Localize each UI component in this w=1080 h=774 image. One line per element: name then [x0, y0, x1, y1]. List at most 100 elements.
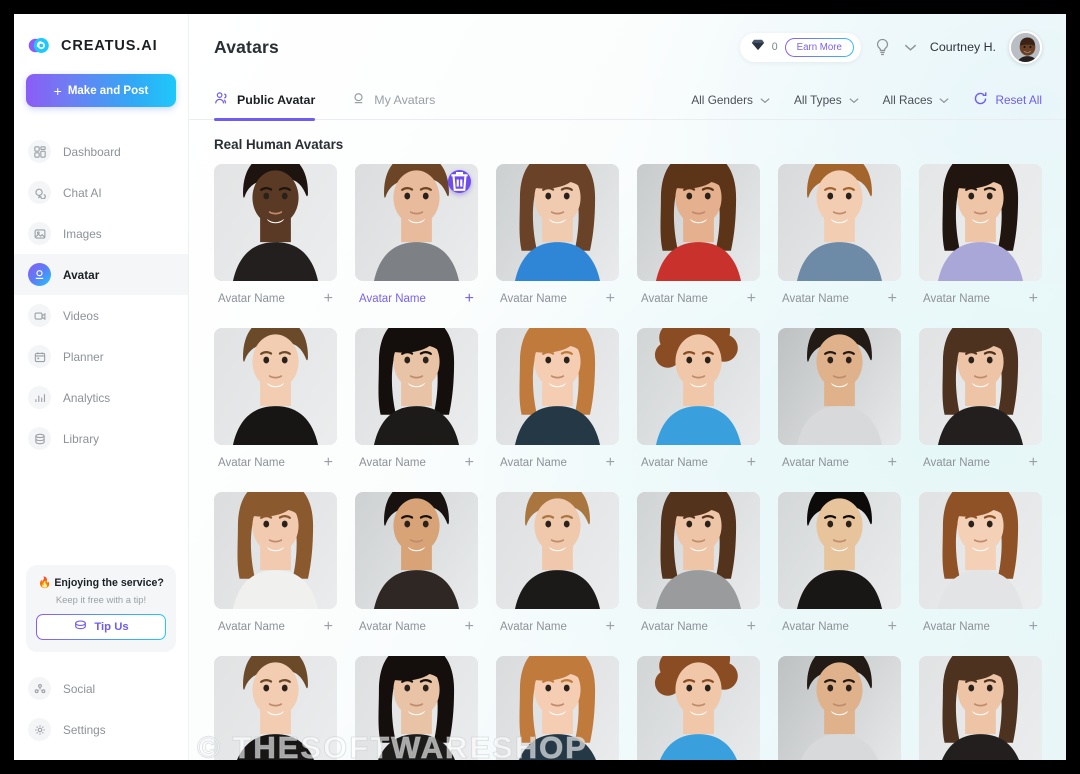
filter-all-genders[interactable]: All Genders: [691, 93, 770, 107]
plus-icon[interactable]: +: [606, 291, 615, 307]
chevron-down-icon[interactable]: [904, 43, 917, 52]
plus-icon[interactable]: +: [465, 291, 474, 307]
avatar-thumbnail[interactable]: [496, 164, 619, 281]
avatar-card[interactable]: Avatar Name +: [355, 164, 478, 307]
lightbulb-icon[interactable]: [874, 38, 891, 57]
avatar-thumbnail[interactable]: [355, 328, 478, 445]
avatar-thumbnail[interactable]: [355, 656, 478, 760]
avatar-card[interactable]: Avatar Name +: [355, 656, 478, 760]
filter-all-races[interactable]: All Races: [883, 93, 950, 107]
avatar-card[interactable]: Avatar Name +: [496, 492, 619, 635]
reset-all-button[interactable]: Reset All: [973, 91, 1042, 109]
plus-icon[interactable]: +: [1029, 455, 1038, 471]
avatar[interactable]: [1009, 30, 1042, 64]
avatar-card-footer: Avatar Name +: [919, 455, 1042, 471]
plus-icon[interactable]: +: [888, 291, 897, 307]
gallery-scroll-area[interactable]: Real Human Avatars Avatar Name + Avatar …: [189, 120, 1066, 760]
avatar-card[interactable]: Avatar Name +: [778, 328, 901, 471]
plus-icon[interactable]: +: [465, 455, 474, 471]
sidebar-item-videos[interactable]: Videos: [14, 295, 188, 336]
sidebar-item-label: Videos: [63, 308, 99, 323]
avatar-thumbnail[interactable]: [496, 492, 619, 609]
avatar-card[interactable]: Avatar Name +: [496, 164, 619, 307]
trash-icon[interactable]: [448, 170, 471, 193]
avatar-card[interactable]: Avatar Name +: [637, 328, 760, 471]
avatar-thumbnail[interactable]: [496, 656, 619, 760]
avatar-card[interactable]: Avatar Name +: [355, 328, 478, 471]
plus-icon[interactable]: +: [1029, 291, 1038, 307]
avatar-thumbnail[interactable]: [778, 164, 901, 281]
earn-more-button[interactable]: Earn More: [785, 38, 854, 57]
plus-icon[interactable]: +: [606, 455, 615, 471]
sidebar-item-library[interactable]: Library: [14, 418, 188, 459]
tab-my-avatars[interactable]: My Avatars: [351, 80, 435, 120]
avatar-thumbnail[interactable]: [919, 328, 1042, 445]
avatar-card-footer: Avatar Name +: [496, 619, 619, 635]
sidebar-item-social[interactable]: Social: [14, 668, 188, 709]
avatar-thumbnail[interactable]: [778, 328, 901, 445]
avatar-thumbnail[interactable]: [214, 656, 337, 760]
plus-icon[interactable]: +: [747, 291, 756, 307]
avatar-thumbnail[interactable]: [778, 492, 901, 609]
tab-public-avatar[interactable]: Public Avatar: [214, 80, 316, 121]
plus-icon[interactable]: +: [888, 455, 897, 471]
avatar-card[interactable]: Avatar Name +: [496, 656, 619, 760]
header-actions: 0 Earn More Courtney H.: [739, 30, 1042, 64]
plus-icon[interactable]: +: [324, 619, 333, 635]
avatar-card[interactable]: Avatar Name +: [355, 492, 478, 635]
sidebar-item-planner[interactable]: Planner: [14, 336, 188, 377]
avatar-card[interactable]: Avatar Name +: [637, 492, 760, 635]
avatar-thumbnail[interactable]: [214, 328, 337, 445]
tip-us-button[interactable]: Tip Us: [36, 614, 166, 640]
avatar-thumbnail[interactable]: [637, 328, 760, 445]
brand[interactable]: CREATUS.AI: [14, 14, 188, 60]
fire-icon: 🔥: [38, 577, 52, 589]
avatar-thumbnail[interactable]: [637, 164, 760, 281]
avatar-thumbnail[interactable]: [778, 656, 901, 760]
avatar-thumbnail[interactable]: [637, 492, 760, 609]
sidebar-item-dashboard[interactable]: Dashboard: [14, 131, 188, 172]
avatar-thumbnail[interactable]: [355, 492, 478, 609]
sidebar-item-avatar[interactable]: Avatar: [14, 254, 188, 295]
avatar-card[interactable]: Avatar Name +: [496, 328, 619, 471]
avatar-card[interactable]: Avatar Name +: [214, 164, 337, 307]
avatar-card[interactable]: Avatar Name +: [919, 492, 1042, 635]
plus-icon[interactable]: +: [747, 455, 756, 471]
avatar-thumbnail[interactable]: [919, 164, 1042, 281]
sidebar-item-label: Library: [63, 431, 100, 446]
avatar-card[interactable]: Avatar Name +: [778, 656, 901, 760]
avatar-card[interactable]: Avatar Name +: [778, 492, 901, 635]
avatar-thumbnail[interactable]: [214, 164, 337, 281]
plus-icon[interactable]: +: [888, 619, 897, 635]
avatar-card[interactable]: Avatar Name +: [919, 656, 1042, 760]
avatar-card[interactable]: Avatar Name +: [214, 328, 337, 471]
avatar-thumbnail[interactable]: [919, 656, 1042, 760]
avatar-card[interactable]: Avatar Name +: [919, 328, 1042, 471]
sidebar-item-settings[interactable]: Settings: [14, 709, 188, 750]
avatar-thumbnail[interactable]: [637, 656, 760, 760]
sidebar-item-chat-ai[interactable]: Chat AI: [14, 172, 188, 213]
avatar-card[interactable]: Avatar Name +: [919, 164, 1042, 307]
filter-all-types[interactable]: All Types: [794, 93, 859, 107]
plus-icon[interactable]: +: [465, 619, 474, 635]
plus-icon[interactable]: +: [747, 619, 756, 635]
plus-icon[interactable]: +: [324, 455, 333, 471]
avatar-card[interactable]: Avatar Name +: [637, 164, 760, 307]
credits-badge[interactable]: 0 Earn More: [739, 32, 861, 62]
sidebar-item-analytics[interactable]: Analytics: [14, 377, 188, 418]
sidebar-item-label: Analytics: [63, 390, 111, 405]
avatar-card[interactable]: Avatar Name +: [778, 164, 901, 307]
avatar-card[interactable]: Avatar Name +: [214, 656, 337, 760]
plus-icon[interactable]: +: [1029, 619, 1038, 635]
filter-label: All Genders: [691, 92, 753, 107]
avatar-card[interactable]: Avatar Name +: [214, 492, 337, 635]
avatar-thumbnail[interactable]: [214, 492, 337, 609]
avatar-card[interactable]: Avatar Name +: [637, 656, 760, 760]
avatar-thumbnail[interactable]: [496, 328, 619, 445]
plus-icon[interactable]: +: [606, 619, 615, 635]
avatar-thumbnail[interactable]: [355, 164, 478, 281]
avatar-thumbnail[interactable]: [919, 492, 1042, 609]
make-and-post-button[interactable]: + Make and Post: [26, 74, 176, 107]
plus-icon[interactable]: +: [324, 291, 333, 307]
sidebar-item-images[interactable]: Images: [14, 213, 188, 254]
